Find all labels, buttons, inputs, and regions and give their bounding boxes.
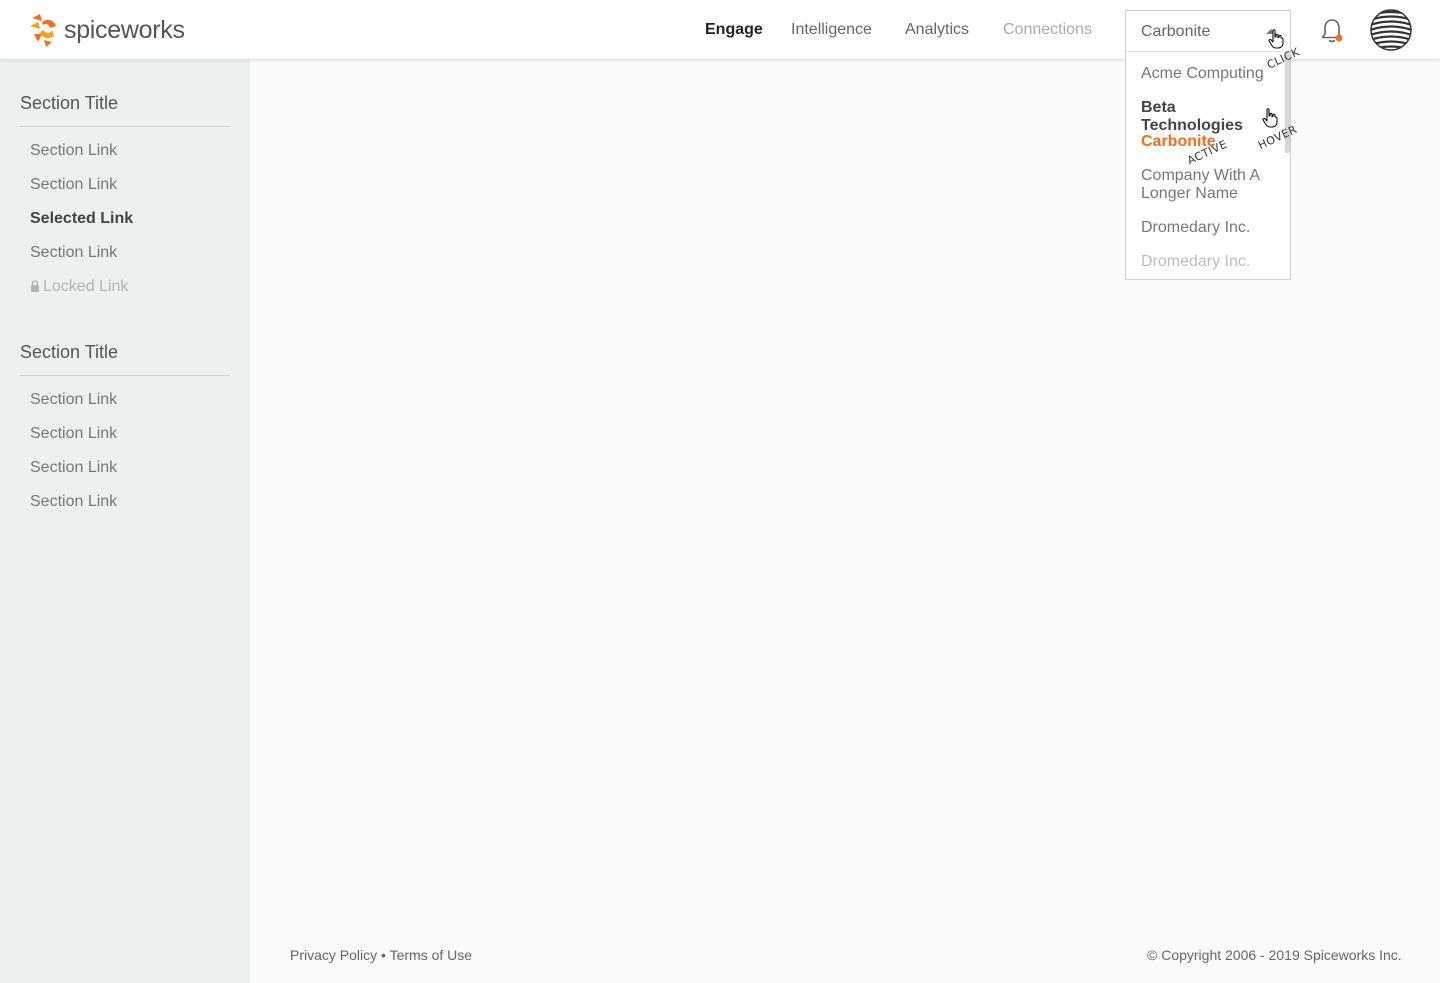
- section-divider: [20, 126, 230, 127]
- bell-icon[interactable]: [1319, 17, 1345, 45]
- footer-separator: •: [381, 947, 386, 963]
- nav-intelligence[interactable]: Intelligence: [791, 21, 872, 39]
- sidebar-link-locked: Locked Link: [30, 278, 128, 296]
- notification-dot: [1335, 34, 1343, 42]
- sidebar-link[interactable]: Section Link: [30, 493, 117, 511]
- copyright: © Copyright 2006 - 2019 Spiceworks Inc.: [1147, 947, 1402, 963]
- hand-cursor-icon: [1268, 29, 1284, 49]
- company-option-dromedary-2[interactable]: Dromedary Inc.: [1141, 253, 1276, 271]
- sidebar-section-title: Section Title: [20, 342, 119, 362]
- sidebar-link-selected[interactable]: Selected Link: [30, 210, 133, 228]
- company-option-acme[interactable]: Acme Computing: [1141, 65, 1276, 83]
- company-option-dromedary[interactable]: Dromedary Inc.: [1141, 219, 1276, 237]
- nav-analytics[interactable]: Analytics: [905, 21, 969, 39]
- company-selector-toggle[interactable]: Carbonite: [1126, 11, 1290, 52]
- sidebar-link[interactable]: Section Link: [30, 459, 117, 477]
- sidebar-link[interactable]: Section Link: [30, 142, 117, 160]
- spiceworks-logo-icon: [30, 14, 56, 47]
- sidebar-link[interactable]: Section Link: [30, 176, 117, 194]
- sidebar-link[interactable]: Section Link: [30, 244, 117, 262]
- sidebar-link[interactable]: Section Link: [30, 391, 117, 409]
- company-option-longer-name[interactable]: Company With A Longer Name: [1141, 167, 1276, 203]
- brand-name: spiceworks: [64, 15, 185, 44]
- company-options: Acme Computing Beta Technologies Carboni…: [1126, 52, 1290, 279]
- lock-icon: [31, 280, 39, 292]
- sidebar-link[interactable]: Section Link: [30, 425, 117, 443]
- section-divider: [20, 375, 230, 376]
- hand-cursor-icon: [1262, 108, 1278, 128]
- avatar-icon[interactable]: [1370, 9, 1412, 51]
- company-selector-value: Carbonite: [1141, 23, 1211, 40]
- terms-of-use-link[interactable]: Terms of Use: [390, 947, 472, 963]
- footer-links: Privacy Policy • Terms of Use: [290, 947, 472, 963]
- spiceworks-logo[interactable]: spiceworks: [28, 12, 185, 48]
- nav-connections: Connections: [1003, 21, 1092, 38]
- privacy-policy-link[interactable]: Privacy Policy: [290, 947, 377, 963]
- sidebar-section-title: Section Title: [20, 93, 119, 113]
- company-option-beta[interactable]: Beta Technologies: [1141, 99, 1276, 135]
- sidebar: Section Title Section Link Section Link …: [0, 60, 250, 983]
- nav-engage[interactable]: Engage: [705, 21, 763, 39]
- locked-link-label: Locked Link: [43, 278, 129, 295]
